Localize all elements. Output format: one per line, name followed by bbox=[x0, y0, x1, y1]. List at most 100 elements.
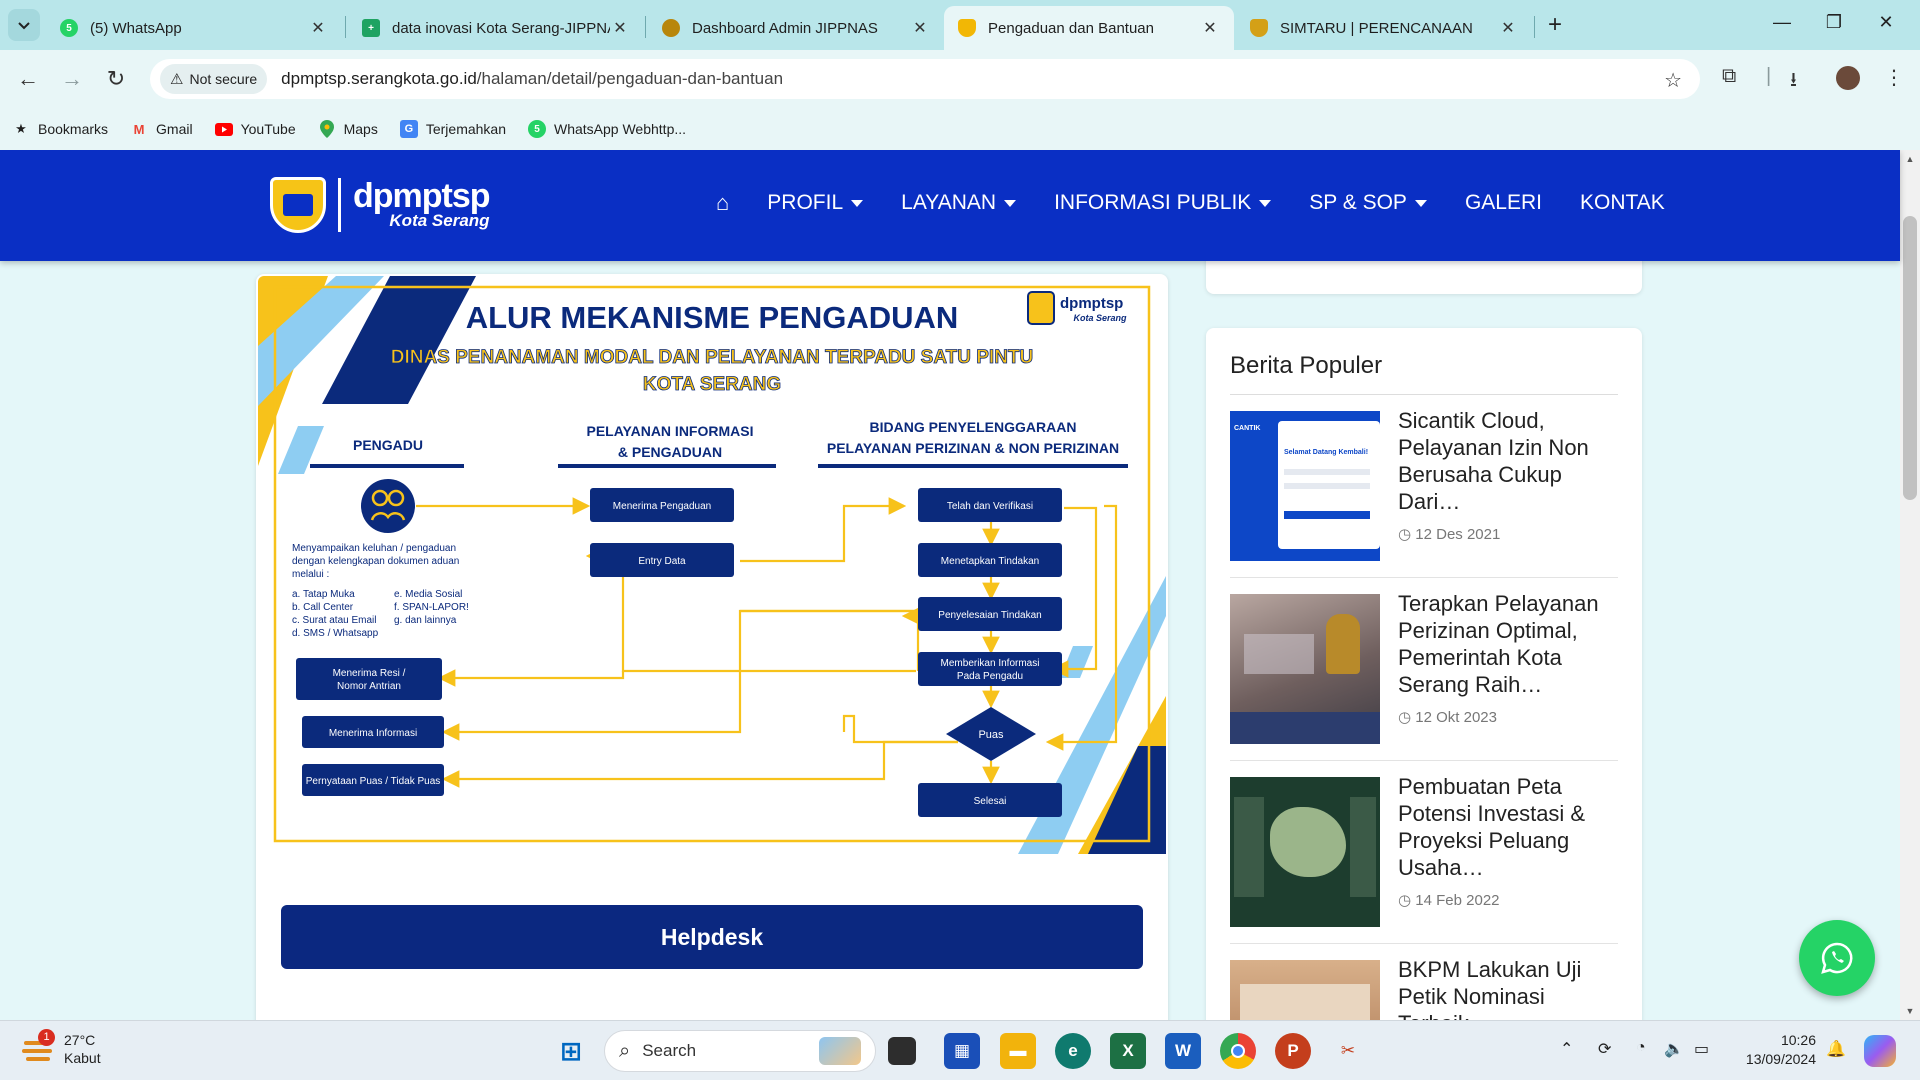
scrollbar-thumb[interactable] bbox=[1903, 216, 1917, 500]
web-page: dpmptsp Kota Serang ⌂ PROFIL LAYANAN INF… bbox=[0, 150, 1920, 1020]
bookmark-star-icon[interactable]: ☆ bbox=[1664, 68, 1682, 93]
logo-divider bbox=[338, 178, 341, 232]
close-icon[interactable]: ✕ bbox=[610, 18, 630, 38]
menu-item-galeri[interactable]: GALERI bbox=[1465, 191, 1542, 215]
close-icon[interactable]: ✕ bbox=[910, 18, 930, 38]
tab-separator bbox=[645, 16, 646, 38]
channel-f: f. SPAN-LAPOR! bbox=[394, 602, 469, 613]
back-button[interactable]: ← bbox=[12, 63, 44, 95]
thumbnail-legend bbox=[1234, 797, 1264, 897]
minimize-button[interactable]: — bbox=[1762, 12, 1802, 33]
close-icon[interactable]: ✕ bbox=[1200, 18, 1220, 38]
close-icon[interactable]: ✕ bbox=[1498, 18, 1518, 38]
edge-icon[interactable]: e bbox=[1055, 1033, 1091, 1069]
close-icon[interactable]: ✕ bbox=[308, 18, 328, 38]
notification-bell-icon[interactable]: 🔔 bbox=[1826, 1039, 1846, 1059]
more-menu-icon[interactable]: ⋮ bbox=[1884, 65, 1904, 90]
wifi-icon[interactable]: ◔ bbox=[1636, 1039, 1646, 1057]
weather-widget[interactable]: 1 27°C Kabut bbox=[20, 1029, 101, 1067]
site-navbar: dpmptsp Kota Serang ⌂ PROFIL LAYANAN INF… bbox=[0, 150, 1900, 261]
system-clock[interactable]: 10:26 13/09/2024 bbox=[1740, 1031, 1816, 1069]
forward-button[interactable]: → bbox=[56, 63, 88, 95]
news-item[interactable]: Pembuatan Peta Potensi Investasi & Proye… bbox=[1230, 761, 1618, 944]
helpdesk-banner[interactable]: Helpdesk bbox=[281, 905, 1143, 969]
volume-icon[interactable]: 🔈 bbox=[1664, 1039, 1684, 1059]
menu-item-sp-sop[interactable]: SP & SOP bbox=[1309, 191, 1427, 215]
security-chip[interactable]: ⚠ Not secure bbox=[160, 64, 268, 94]
news-title[interactable]: Pembuatan Peta Potensi Investasi & Proye… bbox=[1398, 773, 1618, 881]
bookmark-item[interactable]: G Terjemahkan bbox=[399, 120, 506, 138]
flow-arrow bbox=[1050, 506, 1098, 678]
word-icon[interactable]: W bbox=[1165, 1033, 1201, 1069]
tab-pengaduan[interactable]: Pengaduan dan Bantuan ✕ bbox=[944, 6, 1234, 50]
scroll-down-icon[interactable]: ▼ bbox=[1900, 1006, 1920, 1016]
popular-news-widget: Berita Populer CANTIK Selamat Datang Kem… bbox=[1206, 328, 1642, 1020]
address-bar[interactable]: ⚠ Not secure dpmptsp.serangkota.go.id/ha… bbox=[150, 59, 1700, 99]
taskbar-search[interactable]: ⌕ Search bbox=[604, 1030, 876, 1072]
url-text[interactable]: dpmptsp.serangkota.go.id/halaman/detail/… bbox=[281, 69, 783, 89]
news-title[interactable]: Sicantik Cloud, Pelayanan Izin Non Berus… bbox=[1398, 407, 1618, 515]
battery-icon[interactable]: ▭ bbox=[1694, 1039, 1709, 1059]
copilot-icon[interactable] bbox=[1864, 1035, 1896, 1067]
news-thumbnail[interactable] bbox=[1230, 960, 1380, 1020]
task-view-icon[interactable] bbox=[888, 1037, 916, 1065]
powerpoint-icon[interactable]: P bbox=[1275, 1033, 1311, 1069]
whatsapp-chat-button[interactable] bbox=[1799, 920, 1875, 996]
news-item[interactable]: CANTIK Selamat Datang Kembali! Sicantik … bbox=[1230, 395, 1618, 578]
url-domain: dpmptsp.serangkota.go.id bbox=[281, 69, 477, 88]
profile-avatar[interactable] bbox=[1836, 66, 1860, 90]
box-label: Entry Data bbox=[638, 556, 686, 567]
pengadu-description-2: dengan kelengkapan dokumen aduan bbox=[292, 556, 459, 567]
caret-down-icon bbox=[1004, 199, 1017, 207]
tab-whatsapp[interactable]: 5 (5) WhatsApp ✕ bbox=[46, 6, 342, 50]
restore-button[interactable]: ❐ bbox=[1814, 12, 1854, 33]
sync-icon[interactable]: ⟳ bbox=[1598, 1039, 1611, 1059]
page-scrollbar[interactable]: ▲ ▼ bbox=[1900, 150, 1920, 1020]
bookmark-item[interactable]: YouTube bbox=[214, 120, 296, 138]
download-icon[interactable]: ⭳ bbox=[1790, 65, 1797, 99]
reload-button[interactable]: ↻ bbox=[100, 63, 132, 95]
menu-item-profil[interactable]: PROFIL bbox=[767, 191, 864, 215]
news-title[interactable]: Terapkan Pelayanan Perizinan Optimal, Pe… bbox=[1398, 590, 1618, 698]
news-title[interactable]: BKPM Lakukan Uji Petik Nominasi Terbaik… bbox=[1398, 956, 1618, 1020]
bookmark-item[interactable]: 5 WhatsApp Webhttp... bbox=[528, 120, 686, 138]
windows-logo-icon: ⊞ bbox=[560, 1035, 582, 1066]
infographic-subtitle-2: KOTA SERANG bbox=[643, 374, 781, 395]
news-thumbnail[interactable] bbox=[1230, 594, 1380, 744]
tab-dashboard-admin[interactable]: Dashboard Admin JIPPNAS ✕ bbox=[648, 6, 944, 50]
complaint-flow-infographic: dpmptsp Kota Serang ALUR MEKANISME PENGA… bbox=[258, 276, 1166, 854]
menu-item-layanan[interactable]: LAYANAN bbox=[901, 191, 1017, 215]
tab-simtaru[interactable]: SIMTARU | PERENCANAAN ✕ bbox=[1236, 6, 1532, 50]
scroll-up-icon[interactable]: ▲ bbox=[1900, 154, 1920, 164]
excel-icon[interactable]: X bbox=[1110, 1033, 1146, 1069]
tab-search-button[interactable] bbox=[8, 9, 40, 41]
tray-overflow-icon[interactable]: ⌃ bbox=[1560, 1039, 1573, 1059]
home-icon[interactable]: ⌂ bbox=[716, 190, 729, 216]
dpmptsp-emblem-icon bbox=[1027, 291, 1055, 325]
news-date-text: 12 Okt 2023 bbox=[1415, 709, 1497, 726]
site-logo[interactable]: dpmptsp Kota Serang bbox=[270, 177, 491, 233]
extensions-icon[interactable]: ⧉ bbox=[1722, 65, 1736, 88]
close-window-button[interactable]: ✕ bbox=[1866, 12, 1906, 33]
file-explorer-icon[interactable]: ▬ bbox=[1000, 1033, 1036, 1069]
start-button[interactable]: ⊞ bbox=[553, 1033, 589, 1069]
bookmark-item[interactable]: Maps bbox=[318, 120, 378, 138]
news-item[interactable]: Terapkan Pelayanan Perizinan Optimal, Pe… bbox=[1230, 578, 1618, 761]
menu-item-kontak[interactable]: KONTAK bbox=[1580, 191, 1665, 215]
menu-item-informasi-publik[interactable]: INFORMASI PUBLIK bbox=[1054, 191, 1272, 215]
chrome-icon[interactable] bbox=[1220, 1033, 1256, 1069]
tab-data-inovasi[interactable]: + data inovasi Kota Serang-JIPPNAS ✕ bbox=[348, 6, 644, 50]
news-thumbnail[interactable] bbox=[1230, 777, 1380, 927]
news-thumbnail[interactable]: CANTIK Selamat Datang Kembali! bbox=[1230, 411, 1380, 561]
weather-fog-icon: 1 bbox=[20, 1029, 56, 1067]
news-item[interactable]: BKPM Lakukan Uji Petik Nominasi Terbaik… bbox=[1230, 944, 1618, 1020]
new-tab-button[interactable]: + bbox=[1540, 12, 1570, 38]
box-label: Nomor Antrian bbox=[337, 681, 401, 692]
bookmark-item[interactable]: ★ Bookmarks bbox=[12, 120, 108, 138]
store-icon[interactable]: ▦ bbox=[944, 1033, 980, 1069]
bookmark-item[interactable]: M Gmail bbox=[130, 120, 193, 138]
box-label: Penyelesaian Tindakan bbox=[938, 610, 1041, 621]
snipping-tool-icon[interactable]: ✂ bbox=[1330, 1033, 1366, 1069]
header-underline bbox=[818, 464, 1128, 468]
channel-e: e. Media Sosial bbox=[394, 589, 462, 600]
